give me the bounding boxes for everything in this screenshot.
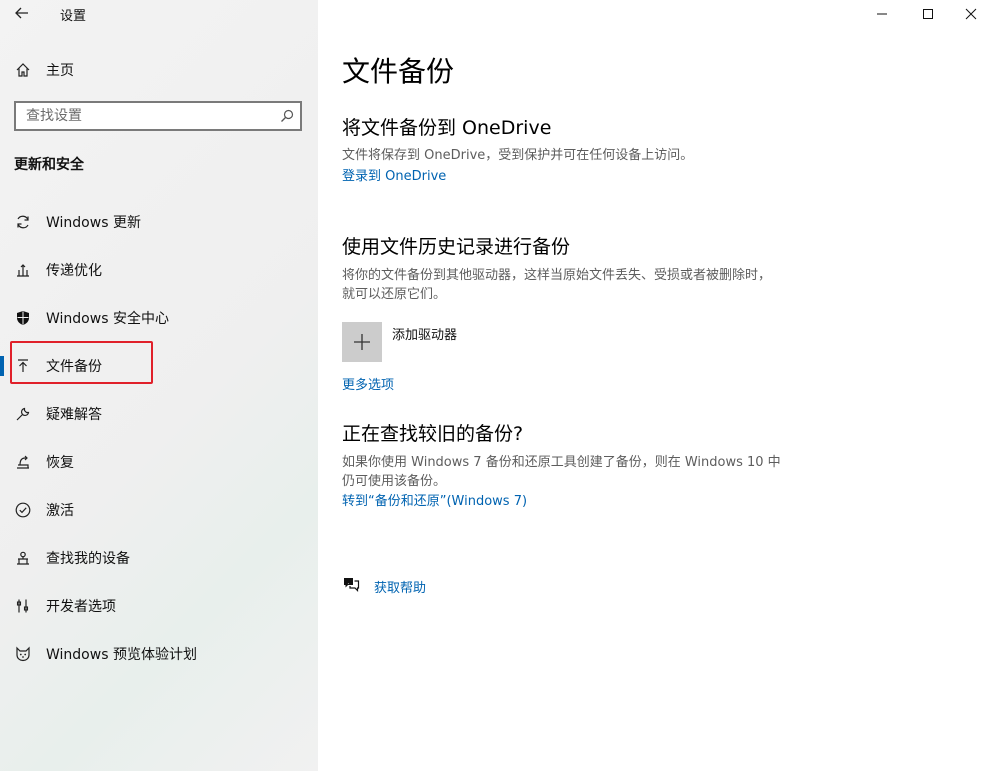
file-history-heading: 使用文件历史记录进行备份	[342, 236, 571, 258]
sidebar-item-recovery[interactable]: 恢复	[0, 438, 318, 486]
onedrive-description: 文件将保存到 OneDrive，受到保护并可在任何设备上访问。	[342, 148, 694, 163]
home-nav-item[interactable]: 主页	[0, 56, 318, 84]
maximize-button[interactable]	[905, 0, 951, 28]
search-icon[interactable]	[274, 109, 300, 123]
sidebar-item-label: 激活	[46, 503, 74, 519]
check-circle-icon	[0, 502, 46, 518]
sync-icon	[0, 214, 46, 230]
shield-icon	[0, 310, 46, 326]
search-box[interactable]	[14, 101, 302, 131]
get-help-link[interactable]: 获取帮助	[374, 577, 426, 596]
close-button[interactable]	[948, 0, 994, 28]
sidebar-item-label: 开发者选项	[46, 599, 116, 615]
search-input[interactable]	[16, 108, 274, 124]
add-drive-button[interactable]	[342, 322, 382, 362]
find-device-icon	[0, 550, 46, 566]
backup-restore-link[interactable]: 转到“备份和还原”(Windows 7)	[342, 490, 527, 509]
older-backup-heading: 正在查找较旧的备份?	[342, 423, 524, 445]
sidebar-item-label: Windows 安全中心	[46, 311, 169, 327]
add-drive-label[interactable]: 添加驱动器	[392, 324, 457, 343]
back-button[interactable]	[10, 4, 34, 24]
back-arrow-icon	[15, 7, 28, 19]
home-icon	[0, 62, 46, 78]
sidebar-item-label: 疑难解答	[46, 407, 102, 423]
sidebar-item-windows-insider[interactable]: Windows 预览体验计划	[0, 630, 318, 678]
wrench-icon	[0, 406, 46, 422]
backup-arrow-icon	[0, 358, 46, 374]
sidebar-item-find-my-device[interactable]: 查找我的设备	[0, 534, 318, 582]
sidebar-item-activation[interactable]: 激活	[0, 486, 318, 534]
sidebar-item-label: Windows 更新	[46, 215, 141, 231]
sidebar-item-label: 恢复	[46, 455, 74, 471]
sidebar-item-windows-update[interactable]: Windows 更新	[0, 198, 318, 246]
minimize-icon	[877, 13, 887, 15]
sidebar-item-windows-security[interactable]: Windows 安全中心	[0, 294, 318, 342]
older-backup-description: 如果你使用 Windows 7 备份和还原工具创建了备份，则在 Windows …	[342, 455, 781, 489]
home-label: 主页	[46, 63, 74, 79]
sidebar-item-file-backup[interactable]: 文件备份	[0, 342, 318, 390]
onedrive-heading: 将文件备份到 OneDrive	[342, 117, 552, 139]
sidebar-item-delivery-optimization[interactable]: 传递优化	[0, 246, 318, 294]
section-title: 更新和安全	[14, 157, 84, 173]
file-history-description: 将你的文件备份到其他驱动器，这样当原始文件丢失、受损或者被删除时，就可以还原它们…	[342, 268, 772, 302]
more-options-link[interactable]: 更多选项	[342, 374, 394, 393]
help-chat-icon	[342, 576, 360, 596]
delivery-optimization-icon	[0, 262, 46, 278]
close-icon	[965, 8, 977, 20]
onedrive-signin-link[interactable]: 登录到 OneDrive	[342, 165, 446, 184]
minimize-button[interactable]	[859, 0, 905, 28]
recovery-icon	[0, 454, 46, 470]
window-title: 设置	[60, 9, 87, 24]
insider-cat-icon	[0, 646, 46, 662]
sidebar: 设置 主页 更新和安全 Windows 更新 传递优化	[0, 0, 318, 771]
nav-list: Windows 更新 传递优化 Windows 安全中心 文件备份 疑难解答 恢…	[0, 198, 318, 678]
sidebar-item-label: 文件备份	[46, 359, 102, 375]
get-help-row[interactable]: 获取帮助	[342, 576, 426, 596]
sidebar-item-label: Windows 预览体验计划	[46, 647, 197, 663]
developer-icon	[0, 598, 46, 614]
maximize-icon	[923, 9, 933, 19]
sidebar-item-troubleshoot[interactable]: 疑难解答	[0, 390, 318, 438]
sidebar-item-label: 查找我的设备	[46, 551, 130, 567]
plus-icon	[354, 334, 370, 350]
page-title: 文件备份	[342, 55, 455, 88]
sidebar-item-label: 传递优化	[46, 263, 102, 279]
sidebar-item-developer-options[interactable]: 开发者选项	[0, 582, 318, 630]
